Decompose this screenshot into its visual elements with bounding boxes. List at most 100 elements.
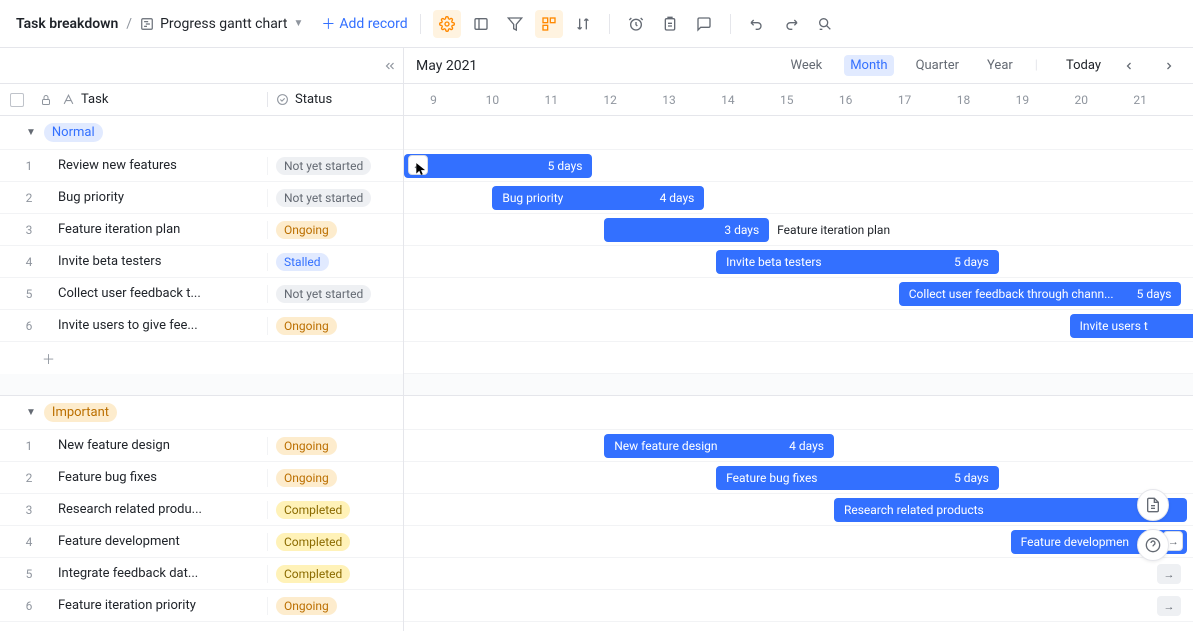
task-cell: Invite beta testers [58,254,267,269]
gantt-group-row [404,116,1193,150]
group-header[interactable]: ▼Important [0,396,403,430]
settings-button[interactable] [433,10,461,38]
task-cell: Bug priority [58,190,267,205]
gantt-bar[interactable]: Collect user feedback through chann...5 … [899,282,1182,306]
status-column-header[interactable]: Status [267,92,403,107]
left-header: Task Status [0,48,404,115]
table-row[interactable]: 3Feature iteration planOngoing [0,214,403,246]
status-pill: Ongoing [276,597,337,615]
gantt-row: Feature developmen→ [404,526,1193,558]
scroll-to-bar-button[interactable]: → [1157,564,1181,584]
day-header: 13 [640,93,699,107]
table-row[interactable]: 6Feature iteration priorityOngoing [0,590,403,622]
help-float-button[interactable] [1137,529,1169,561]
month-label: May 2021 [416,58,477,74]
fields-button[interactable] [467,10,495,38]
today-button[interactable]: Today [1066,58,1101,73]
table-row[interactable]: 6Invite users to give fee...Ongoing [0,310,403,342]
status-pill: Not yet started [276,285,371,303]
divider [609,14,610,34]
gantt-bar[interactable]: New feature design4 days [604,434,834,458]
scale-week[interactable]: Week [784,55,828,76]
search-button[interactable] [811,10,839,38]
body: ▼Normal1Review new featuresNot yet start… [0,116,1193,631]
view-name: Progress gantt chart [160,16,287,32]
gantt-bar[interactable]: Invite beta testers5 days [716,250,999,274]
status-pill: Not yet started [276,157,371,175]
table-row[interactable]: 4Invite beta testers Stalled [0,246,403,278]
next-button[interactable] [1157,60,1181,72]
timeline-header: Task Status May 2021 Week Month Quarter … [0,48,1193,116]
gantt-bar[interactable]: Research related products [834,498,1187,522]
prev-button[interactable] [1117,60,1141,72]
bar-resize-handle-left[interactable]: ← [408,155,428,175]
divider [730,14,731,34]
collapse-left-panel-button[interactable] [383,59,397,73]
table-row[interactable]: 1Review new featuresNot yet started [0,150,403,182]
scale-quarter[interactable]: Quarter [910,55,965,76]
clipboard-button[interactable] [656,10,684,38]
status-pill: Ongoing [276,469,337,487]
task-cell: Collect user feedback t... [58,286,267,301]
table-row[interactable]: 5Integrate feedback dat...Completed [0,558,403,590]
view-selector[interactable]: Progress gantt chart ▼ [140,16,303,32]
scale-tabs: Week Month Quarter Year | Today [784,55,1181,76]
row-number: 1 [0,159,58,173]
table-row[interactable]: 4Feature developmentCompleted [0,526,403,558]
scale-year[interactable]: Year [981,55,1019,76]
gantt-row: → [404,590,1193,622]
gantt-bar[interactable]: Bug priority4 days [492,186,704,210]
group-button[interactable] [535,10,563,38]
gantt-row: New feature design4 days [404,430,1193,462]
gantt-row: Bug priority4 days [404,182,1193,214]
bar-external-label: Feature iteration plan [769,218,890,242]
task-cell: Feature bug fixes [58,470,267,485]
gantt-bar[interactable]: 3 days [604,218,769,242]
select-all[interactable] [0,93,34,107]
sort-button[interactable] [569,10,597,38]
row-number: 6 [0,599,58,613]
table-row[interactable]: 3Research related produ...Completed [0,494,403,526]
task-cell: Feature development [58,534,267,549]
status-cell: Ongoing [267,221,403,239]
divider [420,14,421,34]
table-row[interactable]: 2Feature bug fixesOngoing [0,462,403,494]
task-column-header[interactable]: Task [58,92,267,107]
column-headers: Task Status [0,83,403,115]
gantt-row: Research related products [404,494,1193,526]
doc-float-button[interactable] [1137,489,1169,521]
status-cell: Completed [267,565,403,583]
gantt-bar[interactable]: a5 days [404,154,592,178]
row-number: 6 [0,319,58,333]
filter-button[interactable] [501,10,529,38]
bar-duration: 5 days [954,471,989,485]
bar-label: Research related products [844,503,984,517]
status-pill: Ongoing [276,437,337,455]
gantt-bar[interactable]: Feature bug fixes5 days [716,466,999,490]
row-number: 4 [0,255,58,269]
add-row-button[interactable]: ＋ [0,342,403,374]
group-header[interactable]: ▼Normal [0,116,403,150]
day-header: 16 [816,93,875,107]
day-header: 21 [1111,93,1170,107]
status-pill: Completed [276,533,350,551]
gantt-row: Collect user feedback through chann...5 … [404,278,1193,310]
scroll-to-bar-button[interactable]: → [1157,596,1181,616]
gantt-row: 3 daysFeature iteration plan [404,214,1193,246]
table-row[interactable]: 1New feature designOngoing [0,430,403,462]
reminder-button[interactable] [622,10,650,38]
gantt-bar[interactable]: Invite users t [1070,314,1193,338]
redo-button[interactable] [777,10,805,38]
bar-duration: 4 days [660,191,695,205]
group-spacer [0,374,403,396]
comment-button[interactable] [690,10,718,38]
scale-month[interactable]: Month [844,55,893,76]
table-row[interactable]: 5Collect user feedback t...Not yet start… [0,278,403,310]
gantt-row: Invite users t→ [404,310,1193,342]
table-row[interactable]: 2Bug priorityNot yet started [0,182,403,214]
chevron-down-icon: ▼ [26,407,36,418]
status-pill: Stalled [276,253,329,271]
day-header: 10 [463,93,522,107]
undo-button[interactable] [743,10,771,38]
add-record-button[interactable]: ＋ Add record [321,14,407,34]
